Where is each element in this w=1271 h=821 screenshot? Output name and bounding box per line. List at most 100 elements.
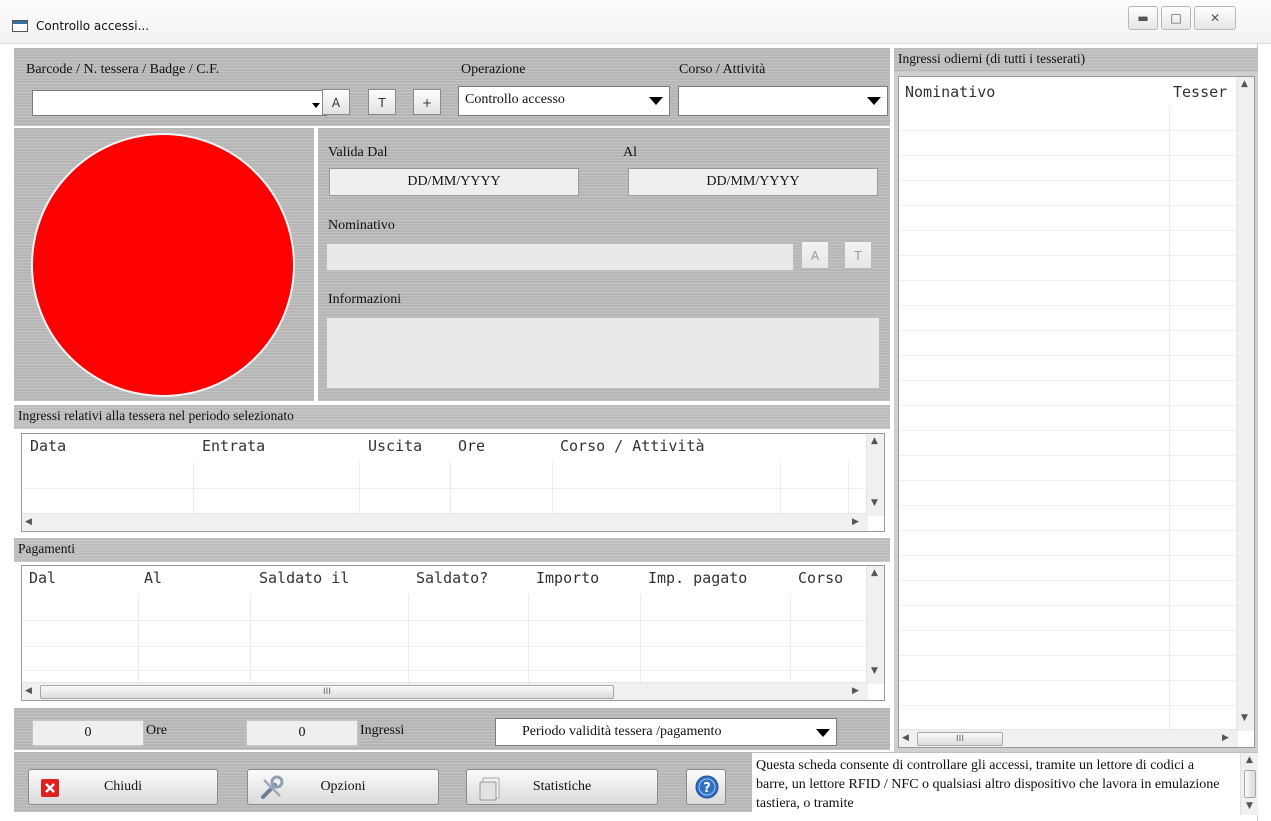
summary-bar: 0 Ore 0 Ingressi Periodo validità tesser… (14, 708, 890, 750)
scroll-up-icon[interactable]: ▲ (871, 568, 878, 578)
row-divider (899, 580, 1239, 581)
row-divider (899, 330, 1239, 331)
col-al[interactable]: Al (144, 566, 162, 590)
col-entrata[interactable]: Entrata (202, 434, 265, 458)
col-saldato[interactable]: Saldato? (416, 566, 488, 590)
odierni-rows (899, 105, 1239, 731)
barcode-combobox[interactable] (32, 90, 327, 116)
col-saldato-il[interactable]: Saldato il (259, 566, 349, 590)
options-button[interactable]: Opzioni (247, 769, 439, 805)
row-divider (899, 555, 1239, 556)
add-button[interactable]: + (413, 89, 441, 115)
col-corso-pag[interactable]: Corso (798, 566, 862, 590)
vscroll-thumb[interactable] (1244, 770, 1256, 798)
row-divider (899, 605, 1239, 606)
svg-text:?: ? (703, 781, 711, 796)
al-label: Al (623, 145, 637, 160)
scroll-left-icon[interactable]: ◀ (902, 733, 909, 743)
statistics-button[interactable]: Statistiche (466, 769, 658, 805)
col-tessera[interactable]: Tessera (1173, 80, 1227, 104)
corso-select[interactable] (678, 86, 888, 116)
row-divider (899, 705, 1239, 706)
operazione-select[interactable]: Controllo accesso (458, 86, 670, 116)
help-button[interactable]: ? (686, 769, 726, 805)
ingressi-vscroll[interactable]: ▲ ▼ (866, 434, 884, 516)
help-text: Questa scheda consente di controllare gl… (756, 758, 1220, 811)
maximize-icon: □ (1170, 11, 1182, 25)
period-select[interactable]: Periodo validità tessera /pagamento (495, 718, 837, 746)
scroll-down-icon[interactable]: ▼ (871, 498, 878, 508)
minimize-button[interactable]: ▬ (1128, 6, 1158, 30)
scroll-right-icon[interactable]: ▶ (852, 686, 859, 696)
help-icon: ? (695, 775, 719, 799)
chevron-down-icon (649, 97, 663, 105)
col-uscita[interactable]: Uscita (368, 434, 422, 458)
minimize-icon: ▬ (1137, 11, 1149, 25)
row-divider (899, 180, 1239, 181)
scroll-down-icon[interactable]: ▼ (871, 666, 878, 676)
ingressi-count: 0 (246, 720, 358, 746)
nominativo-a-button[interactable]: A (801, 241, 829, 269)
col-data[interactable]: Data (30, 434, 66, 458)
app-icon (12, 20, 28, 32)
row-divider (899, 280, 1239, 281)
row-divider (899, 205, 1239, 206)
scroll-right-icon[interactable]: ▶ (1222, 733, 1229, 743)
pagamenti-vscroll[interactable]: ▲ ▼ (866, 566, 884, 684)
row-divider (899, 230, 1239, 231)
al-date-field[interactable]: DD/MM/YYYY (628, 168, 878, 196)
scroll-left-icon[interactable]: ◀ (25, 686, 32, 696)
pagamenti-header: Pagamenti (14, 538, 890, 562)
informazioni-field[interactable] (326, 317, 880, 389)
operazione-label: Operazione (461, 62, 526, 77)
odierni-vscroll[interactable]: ▲ ▼ (1236, 77, 1254, 731)
help-text-vscroll[interactable]: ▲ ▼ (1240, 753, 1258, 815)
chevron-down-icon (867, 97, 881, 105)
status-panel (14, 128, 314, 401)
statistics-button-label: Statistiche (532, 779, 592, 794)
informazioni-label: Informazioni (328, 292, 402, 307)
valida-dal-field[interactable]: DD/MM/YYYY (329, 168, 579, 196)
scroll-down-icon[interactable]: ▼ (1241, 713, 1248, 723)
scroll-up-icon[interactable]: ▲ (871, 436, 878, 446)
nominativo-t-button[interactable]: T (844, 241, 872, 269)
row-divider (899, 255, 1239, 256)
col-dal[interactable]: Dal (29, 566, 56, 590)
search-a-button[interactable]: A (322, 89, 350, 115)
details-panel: Valida Dal Al DD/MM/YYYY DD/MM/YYYY Nomi… (318, 128, 890, 401)
ore-count: 0 (32, 720, 144, 746)
scroll-up-icon[interactable]: ▲ (1241, 79, 1248, 89)
close-button[interactable]: Chiudi (28, 769, 218, 805)
row-divider (899, 430, 1239, 431)
hscroll-thumb[interactable]: III (917, 732, 1003, 746)
button-bar: Chiudi Opzioni Statistiche ? (14, 752, 752, 812)
scroll-down-icon[interactable]: ▼ (1246, 801, 1253, 811)
row-divider (899, 530, 1239, 531)
scroll-left-icon[interactable]: ◀ (25, 517, 32, 527)
row-divider (899, 480, 1239, 481)
maximize-button[interactable]: □ (1161, 6, 1191, 30)
close-window-button[interactable]: ✕ (1194, 6, 1236, 30)
close-button-label: Chiudi (103, 779, 143, 794)
nominativo-field[interactable] (326, 243, 794, 271)
pagamenti-table[interactable]: Dal Al Saldato il Saldato? Importo Imp. … (21, 565, 885, 701)
col-nominativo[interactable]: Nominativo (905, 80, 995, 104)
scroll-up-icon[interactable]: ▲ (1246, 755, 1253, 765)
col-corso[interactable]: Corso / Attività (560, 434, 705, 458)
col-imp-pagato[interactable]: Imp. pagato (648, 566, 747, 590)
hscroll-thumb[interactable]: III (40, 685, 614, 699)
operazione-value: Controllo accesso (465, 92, 565, 107)
corso-label: Corso / Attività (679, 62, 766, 77)
col-importo[interactable]: Importo (536, 566, 599, 590)
odierni-table[interactable]: Nominativo Tessera ▲ ▼ ◀ III ▶ (898, 76, 1255, 748)
row-divider (899, 155, 1239, 156)
odierni-hscroll[interactable]: ◀ III ▶ (899, 729, 1238, 747)
ingressi-hscroll[interactable]: ◀ ▶ (22, 513, 868, 531)
period-value: Periodo validità tessera /pagamento (522, 724, 722, 739)
pagamenti-hscroll[interactable]: ◀ III ▶ (22, 682, 868, 700)
odierni-header: Ingressi odierni (di tutti i tesserati) (894, 48, 1258, 72)
ingressi-table[interactable]: Data Entrata Uscita Ore Corso / Attività… (21, 433, 885, 532)
col-ore[interactable]: Ore (458, 434, 485, 458)
scroll-right-icon[interactable]: ▶ (852, 517, 859, 527)
search-t-button[interactable]: T (368, 89, 396, 115)
